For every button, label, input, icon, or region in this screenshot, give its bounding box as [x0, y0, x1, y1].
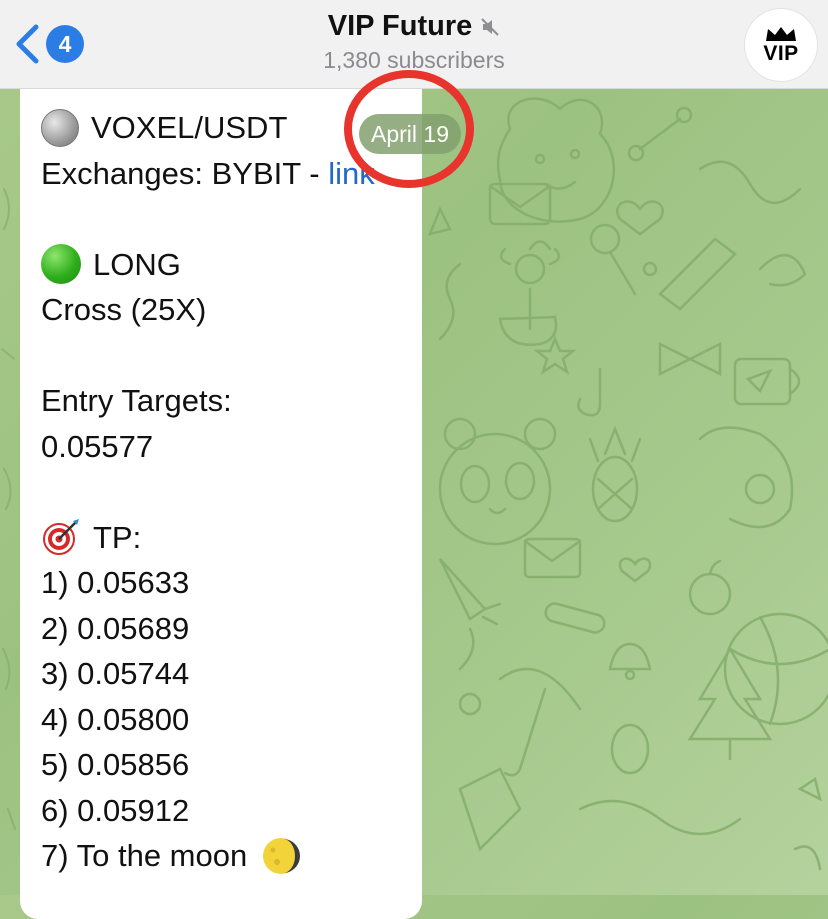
direction-text: LONG	[93, 246, 181, 282]
avatar-label: VIP	[763, 42, 799, 65]
coin-icon	[41, 108, 79, 147]
channel-avatar[interactable]: VIP	[744, 8, 818, 82]
crown-icon	[766, 27, 796, 41]
tp-item: 1) 0.05633	[41, 565, 190, 600]
entry-label: Entry Targets:	[41, 383, 232, 418]
exchanges-text: Exchanges: BYBIT -	[41, 155, 329, 191]
tp-item: 4) 0.05800	[41, 701, 190, 737]
entry-value: 0.05577	[41, 428, 154, 464]
tp-label: TP:	[93, 519, 142, 555]
channel-info[interactable]: VIP Future 1,380 subscribers	[0, 10, 828, 74]
pair-name: VOXEL/USDT	[91, 110, 288, 145]
tp-item: 6) 0.05912	[41, 792, 190, 828]
speaker-muted-icon	[481, 17, 499, 36]
tp-moon-text: 7) To the moon	[41, 838, 248, 873]
tp-item: 3) 0.05744	[41, 656, 190, 691]
highlight-circle	[344, 70, 474, 188]
moon-icon	[263, 837, 301, 874]
message-bubble[interactable]: VOXEL/USDT Exchanges: BYBIT - link LONG …	[20, 89, 422, 919]
direct-hit-icon	[43, 519, 79, 556]
tp-item-moon: 7) To the moon	[41, 833, 412, 879]
direction-line: LONG	[41, 242, 412, 288]
leverage-line: Cross (25X)	[41, 292, 207, 327]
message-text: VOXEL/USDT Exchanges: BYBIT - link LONG …	[41, 105, 412, 879]
green-circle-icon	[41, 244, 81, 285]
tp-item: 5) 0.05856	[41, 747, 190, 782]
tp-heading: TP:	[41, 515, 412, 561]
channel-title: VIP Future	[327, 10, 473, 42]
tp-item: 2) 0.05689	[41, 610, 190, 646]
